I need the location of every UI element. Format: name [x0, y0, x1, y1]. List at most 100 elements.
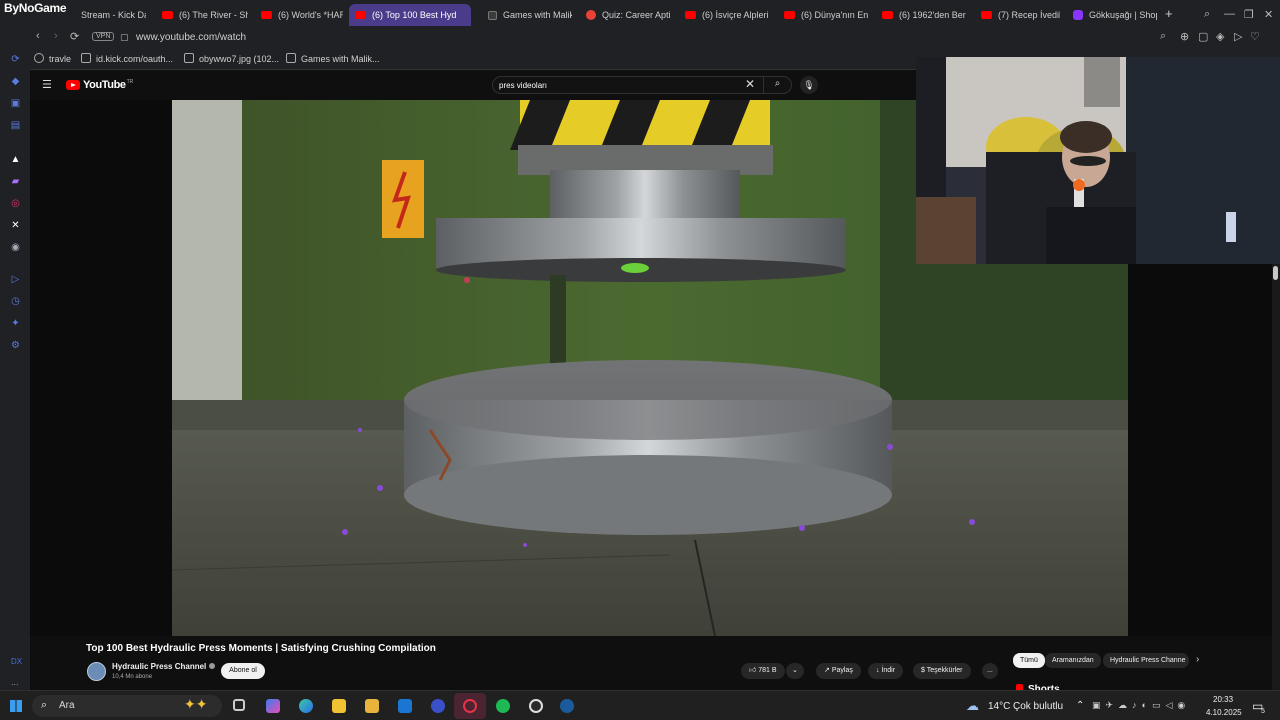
- play-icon[interactable]: ▷: [1234, 30, 1242, 43]
- shield-icon[interactable]: ◈: [1216, 30, 1224, 43]
- history-icon[interactable]: ◷: [10, 296, 21, 307]
- lock-icon[interactable]: ▢: [120, 32, 129, 43]
- browser-tab[interactable]: Stream - Kick Da: [58, 4, 146, 26]
- zoom-icon[interactable]: ⌕: [1160, 30, 1166, 43]
- browser-sidebar: ⟳ ◆ ▣ ▤ ▲ ▰ ◎ ✕ ◉ ▷ ◷ ✦ ⚙: [0, 30, 30, 690]
- sidebar-more-icon[interactable]: ...: [11, 677, 19, 687]
- bookmark-item[interactable]: obywwo7.jpg (102...: [184, 53, 279, 64]
- outlook-icon[interactable]: [398, 699, 412, 713]
- steam-icon[interactable]: [560, 699, 574, 713]
- extensions-icon[interactable]: ✦: [10, 318, 21, 329]
- browser-tab[interactable]: Gökkuşağı | Shop: [1067, 4, 1157, 26]
- windows-start-icon[interactable]: [10, 700, 22, 712]
- youtube-play-icon: [66, 80, 80, 90]
- task-view-icon[interactable]: [233, 699, 245, 711]
- page-icon: [488, 10, 497, 20]
- x-twitter-icon[interactable]: ✕: [10, 220, 21, 231]
- tray-icons[interactable]: ▣✈☁♪◐▭◁◉: [1092, 700, 1190, 711]
- chip-from-search[interactable]: Aramanızdan: [1045, 653, 1101, 668]
- channel-avatar[interactable]: [87, 662, 106, 681]
- chip-all[interactable]: Tümü: [1013, 653, 1045, 668]
- like-button[interactable]: 👍︎ 781 B: [741, 663, 785, 679]
- back-icon[interactable]: ‹: [36, 30, 40, 42]
- youtube-logo[interactable]: YouTube TR: [66, 79, 133, 91]
- video-info-area: Top 100 Best Hydraulic Press Moments | S…: [30, 636, 1272, 695]
- discord-icon[interactable]: ◉: [10, 242, 21, 253]
- edge-icon[interactable]: [299, 699, 313, 713]
- copilot-sparkle-icon[interactable]: ✦✦: [184, 696, 207, 713]
- crypto-wallet-icon[interactable]: ◆: [10, 76, 21, 87]
- share-button[interactable]: ↗ Paylaş: [816, 663, 861, 679]
- heart-icon[interactable]: ♡: [1250, 30, 1260, 43]
- bookmark-item[interactable]: Games with Malik...: [286, 53, 380, 64]
- new-tab-button[interactable]: +: [1165, 6, 1173, 21]
- aria-icon[interactable]: ▲: [10, 154, 21, 165]
- browser-tab[interactable]: (7) Recep İvedik: [975, 4, 1060, 26]
- hamburger-menu-icon[interactable]: ☰: [42, 78, 52, 91]
- browser-tab[interactable]: Quiz: Career Apti: [580, 4, 672, 26]
- vpn-badge[interactable]: VPN: [92, 32, 115, 41]
- download-button[interactable]: ↓ İndir: [868, 663, 904, 679]
- dislike-button[interactable]: ⌄: [786, 663, 804, 679]
- clear-search-icon[interactable]: ✕: [745, 77, 755, 91]
- snapshot-icon[interactable]: ▢: [1198, 30, 1208, 43]
- pin-icon[interactable]: ⊕: [1180, 30, 1189, 43]
- chip-channel[interactable]: Hydraulic Press Channe: [1103, 653, 1189, 668]
- gamehub-icon[interactable]: [431, 699, 445, 713]
- opera-gx-icon[interactable]: [463, 699, 477, 713]
- thumbs-up-icon: 👍︎: [749, 667, 759, 674]
- close-window-icon[interactable]: ✕: [1264, 8, 1273, 21]
- sync-icon[interactable]: ⟳: [10, 54, 21, 65]
- maximize-icon[interactable]: ❐: [1244, 8, 1254, 21]
- quiz-icon: [586, 10, 596, 20]
- tab-label: Games with Malik: [503, 10, 572, 20]
- subscribe-button[interactable]: Abone ol: [221, 663, 265, 679]
- reload-icon[interactable]: ⟳: [70, 30, 79, 43]
- voice-search-icon[interactable]: 🎙: [800, 76, 818, 94]
- dx-badge[interactable]: DX: [11, 657, 22, 666]
- browser-tab[interactable]: Games with Malik: [482, 4, 572, 26]
- bookmark-item[interactable]: travle: [34, 53, 71, 64]
- weather-description[interactable]: Çok bulutlu: [1013, 701, 1063, 712]
- clock-time[interactable]: 20:33: [1213, 695, 1233, 704]
- globe-icon: [34, 53, 44, 63]
- youtube-icon: [882, 11, 893, 19]
- subscriber-count: 10,4 Mn abone: [112, 674, 153, 680]
- url-field[interactable]: www.youtube.com/watch: [136, 32, 246, 43]
- search-tabs-icon[interactable]: ⌕: [1204, 8, 1210, 21]
- channel-name[interactable]: Hydraulic Press Channel: [112, 662, 216, 671]
- browser-tab[interactable]: (6) World's *HAR: [255, 4, 343, 26]
- messenger-icon[interactable]: ▤: [10, 120, 21, 131]
- scrollbar-thumb[interactable]: [1273, 266, 1278, 280]
- spotify-icon[interactable]: [496, 699, 510, 713]
- browser-tab[interactable]: (6) Top 100 Best Hyd: [349, 4, 471, 26]
- weather-icon[interactable]: ☁: [966, 698, 979, 714]
- minimize-icon[interactable]: —: [1224, 8, 1235, 20]
- browser-tab[interactable]: (6) The River - Sh: [156, 4, 248, 26]
- player-icon[interactable]: ▷: [10, 274, 21, 285]
- chips-next-icon[interactable]: ›: [1196, 654, 1199, 665]
- gamer-icon[interactable]: ▣: [10, 98, 21, 109]
- bookmark-item[interactable]: id.kick.com/oauth...: [81, 53, 173, 64]
- tab-label: (6) İsviçre Alpleri: [702, 10, 769, 20]
- instagram-icon[interactable]: ◎: [10, 198, 21, 209]
- more-actions-button[interactable]: ...: [982, 663, 998, 679]
- tray-overflow-icon[interactable]: ⌃: [1076, 700, 1084, 711]
- obs-icon[interactable]: [529, 699, 543, 713]
- clock-date[interactable]: 4.10.2025: [1206, 708, 1242, 717]
- settings-icon[interactable]: ⚙: [10, 340, 21, 351]
- forward-icon[interactable]: ›: [54, 30, 58, 42]
- browser-tab[interactable]: (6) İsviçre Alpleri: [679, 4, 771, 26]
- copilot-icon[interactable]: [266, 699, 280, 713]
- browser-tab[interactable]: (6) 1962'den Ber: [876, 4, 968, 26]
- twitch-icon[interactable]: ▰: [10, 176, 21, 187]
- search-button[interactable]: ⌕: [763, 76, 791, 94]
- browser-tab-strip: ByNoGame Stream - Kick Da (6) The River -…: [0, 0, 1280, 30]
- share-icon: ↗: [824, 667, 832, 674]
- browser-tab[interactable]: (6) Dünya'nın En: [778, 4, 870, 26]
- tab-label: Gökkuşağı | Shop: [1089, 10, 1157, 20]
- store-icon[interactable]: [365, 699, 379, 713]
- file-explorer-icon[interactable]: [332, 699, 346, 713]
- weather-temperature[interactable]: 14°C: [988, 701, 1010, 712]
- thanks-button[interactable]: $ Teşekkürler: [913, 663, 971, 679]
